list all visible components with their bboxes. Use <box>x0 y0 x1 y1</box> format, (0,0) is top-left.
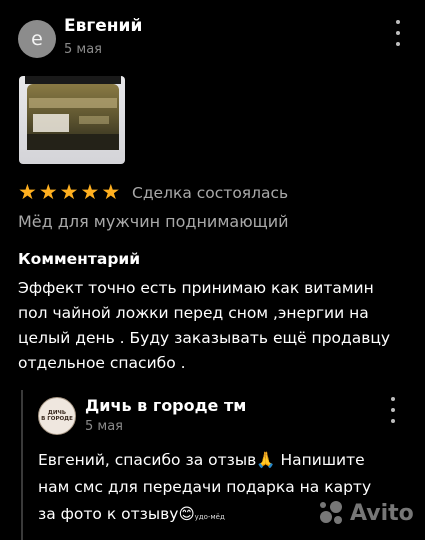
comment-line: целый день . Буду заказывать ещё продавц… <box>18 329 391 347</box>
seller-logo-text: В ГОРОДЕ <box>41 416 73 422</box>
reply-line-text: за фото к отзыву <box>38 505 179 523</box>
avito-watermark: Avito <box>318 500 414 526</box>
author-name[interactable]: Евгений <box>64 16 142 36</box>
comment-line: Эффект точно есть принимаю как витамин <box>18 279 374 297</box>
star-icon: ★ <box>38 180 58 204</box>
avito-watermark-text: Avito <box>350 500 414 526</box>
comment-text: Эффект точно есть принимаю как витамин п… <box>18 276 413 376</box>
star-icon: ★ <box>18 180 37 204</box>
star-icon: ★ <box>59 180 79 204</box>
comment-line: пол чайной ложки перед сном ,энергии на <box>18 304 369 322</box>
product-title[interactable]: Мёд для мужчин поднимающий <box>18 212 289 231</box>
comment-line: отдельное спасибо . <box>18 354 186 372</box>
review-photo[interactable] <box>19 76 125 164</box>
reply-line-suffix: удо-мёд <box>194 513 225 521</box>
reply-thread-line <box>21 390 23 540</box>
more-vertical-icon[interactable] <box>393 20 403 46</box>
star-icon: ★ <box>80 180 100 204</box>
more-vertical-icon[interactable] <box>388 397 398 423</box>
comment-heading: Комментарий <box>18 250 141 268</box>
review-date: 5 мая <box>64 42 102 57</box>
smile-emoji: 😊 <box>178 505 195 523</box>
deal-status: Сделка состоялась <box>132 184 289 202</box>
seller-logo[interactable]: ДИЧЬ В ГОРОДЕ <box>38 397 76 435</box>
author-avatar[interactable]: е <box>18 20 56 58</box>
honey-jar-image <box>19 76 125 164</box>
seller-name[interactable]: Дичь в городе тм <box>85 396 246 415</box>
reply-line: Евгений, спасибо за отзыв🙏 Напишите <box>38 451 365 469</box>
star-icon: ★ <box>101 180 121 204</box>
reply-date: 5 мая <box>85 419 123 434</box>
reply-line: нам смс для передачи подарка на карту <box>38 478 372 496</box>
rating-stars: ★ ★ ★ ★ ★ <box>18 181 120 203</box>
avito-logo-icon <box>320 501 342 524</box>
